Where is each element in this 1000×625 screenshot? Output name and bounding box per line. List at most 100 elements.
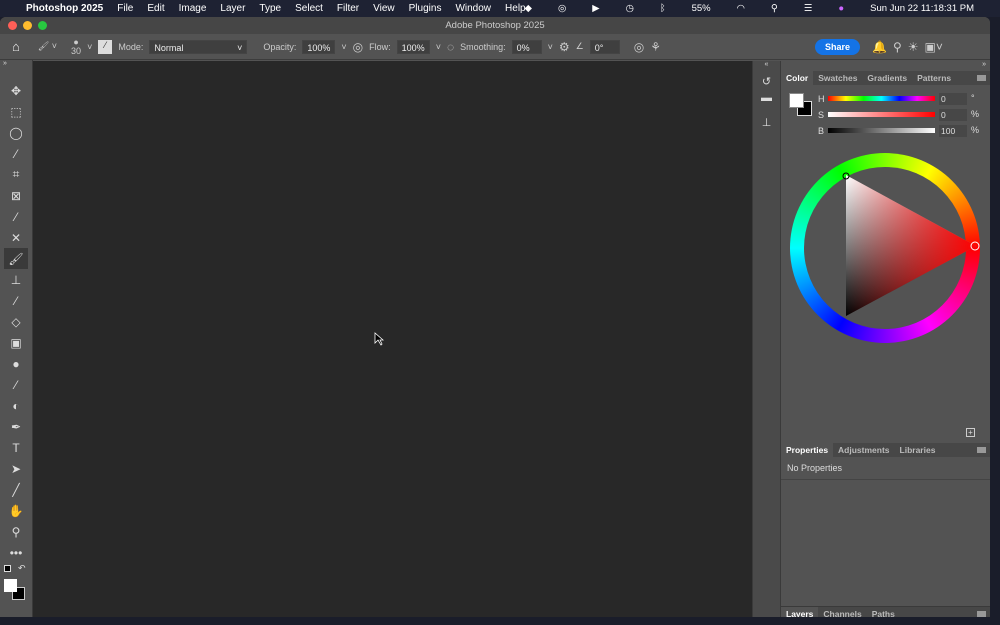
menu-help[interactable]: Help: [505, 3, 526, 14]
workspace-icon[interactable]: ▣˅: [925, 40, 943, 54]
tab-libraries[interactable]: Libraries: [895, 445, 941, 455]
chevron-down-icon[interactable]: ˅: [436, 42, 441, 52]
comments-icon[interactable]: ▬: [753, 92, 780, 104]
dropbox-icon[interactable]: ◆: [525, 3, 532, 14]
angle-icon[interactable]: ∠: [576, 41, 584, 52]
menu-select[interactable]: Select: [295, 3, 323, 14]
creative-cloud-icon[interactable]: ◎: [558, 3, 566, 14]
add-swatch-icon[interactable]: +: [966, 428, 975, 437]
bluetooth-icon[interactable]: ᛒ: [660, 3, 666, 14]
symmetry-icon[interactable]: ⚘: [650, 40, 661, 54]
line-tool[interactable]: ╱: [0, 479, 32, 500]
magic-wand-tool[interactable]: ⁄: [0, 143, 32, 164]
flow-input[interactable]: 100%: [396, 39, 430, 54]
clone-source-icon[interactable]: ⊥: [753, 116, 780, 129]
menu-window[interactable]: Window: [455, 3, 491, 14]
app-menu[interactable]: Photoshop 2025: [26, 3, 103, 14]
chevron-down-icon[interactable]: ˅: [548, 42, 553, 52]
canvas-area[interactable]: [33, 61, 752, 617]
hand-tool[interactable]: ✋: [0, 500, 32, 521]
path-select-tool[interactable]: ➤: [0, 458, 32, 479]
healing-tool[interactable]: ✕: [0, 227, 32, 248]
tab-adjustments[interactable]: Adjustments: [833, 445, 894, 455]
pressure-opacity-icon[interactable]: ◎: [353, 40, 363, 54]
pressure-size-icon[interactable]: ◎: [634, 40, 644, 54]
collapse-icon[interactable]: «: [753, 61, 780, 71]
swap-colors-icon[interactable]: ↶: [18, 563, 26, 574]
menu-file[interactable]: File: [117, 3, 133, 14]
tab-swatches[interactable]: Swatches: [813, 73, 862, 83]
angle-input[interactable]: 0°: [589, 39, 620, 54]
tab-channels[interactable]: Channels: [818, 609, 866, 617]
blur-tool[interactable]: ●: [0, 353, 32, 374]
play-icon[interactable]: ▶: [592, 3, 599, 14]
default-colors-icon[interactable]: [4, 565, 11, 572]
color-triangle[interactable]: [781, 85, 990, 385]
tab-layers[interactable]: Layers: [781, 607, 819, 617]
foreground-swatch[interactable]: [789, 93, 804, 108]
eyedropper-tool[interactable]: ⁄: [0, 206, 32, 227]
brush-preset-picker[interactable]: 🖌 ˅: [38, 41, 57, 52]
lasso-tool[interactable]: ◯: [0, 122, 32, 143]
history-icon[interactable]: ↺: [753, 75, 780, 88]
menu-view[interactable]: View: [373, 3, 395, 14]
eraser-tool[interactable]: ◇: [0, 311, 32, 332]
menu-plugins[interactable]: Plugins: [409, 3, 442, 14]
pen-tool[interactable]: ✒: [0, 416, 32, 437]
tab-patterns[interactable]: Patterns: [912, 73, 956, 83]
search-icon[interactable]: ⚲: [893, 40, 902, 54]
tab-properties[interactable]: Properties: [781, 443, 834, 457]
search-icon[interactable]: ⚲: [771, 3, 778, 14]
control-center-icon[interactable]: ☰: [804, 3, 813, 14]
zoom-tool[interactable]: ⚲: [0, 521, 32, 542]
discover-icon[interactable]: ☀: [908, 40, 919, 54]
clock-icon[interactable]: ◷: [626, 3, 634, 14]
home-icon[interactable]: ⌂: [12, 39, 20, 54]
panel-menu-icon[interactable]: [977, 611, 986, 617]
expand-icon[interactable]: »: [0, 60, 32, 70]
menu-type[interactable]: Type: [259, 3, 281, 14]
mode-select[interactable]: Normal ˅: [149, 39, 248, 54]
tab-gradients[interactable]: Gradients: [862, 73, 912, 83]
chevron-down-icon[interactable]: ˅: [341, 42, 346, 52]
battery-percent[interactable]: 55%: [692, 3, 711, 14]
minimize-button[interactable]: [23, 21, 32, 30]
dodge-tool[interactable]: ⁄: [0, 374, 32, 395]
share-button[interactable]: Share: [814, 38, 860, 55]
bell-icon[interactable]: 🔔: [872, 40, 887, 54]
foreground-color-swatch[interactable]: [4, 579, 17, 592]
airbrush-icon[interactable]: ◌: [447, 40, 454, 54]
chevron-down-icon[interactable]: ˅: [87, 42, 92, 52]
panel-menu-icon[interactable]: [977, 75, 986, 81]
brush-settings-icon[interactable]: ⁄: [98, 39, 113, 54]
tab-paths[interactable]: Paths: [867, 609, 900, 617]
siri-icon[interactable]: ●: [838, 3, 844, 14]
frame-tool[interactable]: ⊠: [0, 185, 32, 206]
panel-menu-icon[interactable]: [977, 447, 986, 453]
menu-filter[interactable]: Filter: [337, 3, 359, 14]
move-tool[interactable]: ✥: [0, 80, 32, 101]
tab-color[interactable]: Color: [781, 71, 814, 85]
crop-tool[interactable]: ⌗: [0, 164, 32, 185]
history-brush-tool[interactable]: ⁄: [0, 290, 32, 311]
datetime[interactable]: Sun Jun 22 11:18:31 PM: [870, 3, 974, 14]
marquee-tool[interactable]: ⬚: [0, 101, 32, 122]
close-button[interactable]: [8, 21, 17, 30]
wifi-icon[interactable]: ◠: [737, 3, 745, 14]
stamp-tool[interactable]: ⊥: [0, 269, 32, 290]
brush-tool[interactable]: 🖌: [4, 248, 28, 269]
gear-icon[interactable]: ⚙: [559, 40, 570, 54]
zoom-button[interactable]: [38, 21, 47, 30]
more-tool[interactable]: •••: [0, 542, 32, 563]
type-tool[interactable]: T: [0, 437, 32, 458]
menu-image[interactable]: Image: [179, 3, 207, 14]
menu-layer[interactable]: Layer: [220, 3, 245, 14]
collapse-panels-icon[interactable]: »: [781, 61, 990, 71]
gradient-tool[interactable]: ▣: [0, 332, 32, 353]
brush-size[interactable]: ● 30: [71, 37, 81, 56]
gradient-icon: ▣: [10, 335, 22, 350]
sponge-tool[interactable]: ◐: [0, 395, 32, 416]
opacity-input[interactable]: 100%: [302, 39, 336, 54]
smoothing-input[interactable]: 0%: [511, 39, 542, 54]
menu-edit[interactable]: Edit: [147, 3, 164, 14]
